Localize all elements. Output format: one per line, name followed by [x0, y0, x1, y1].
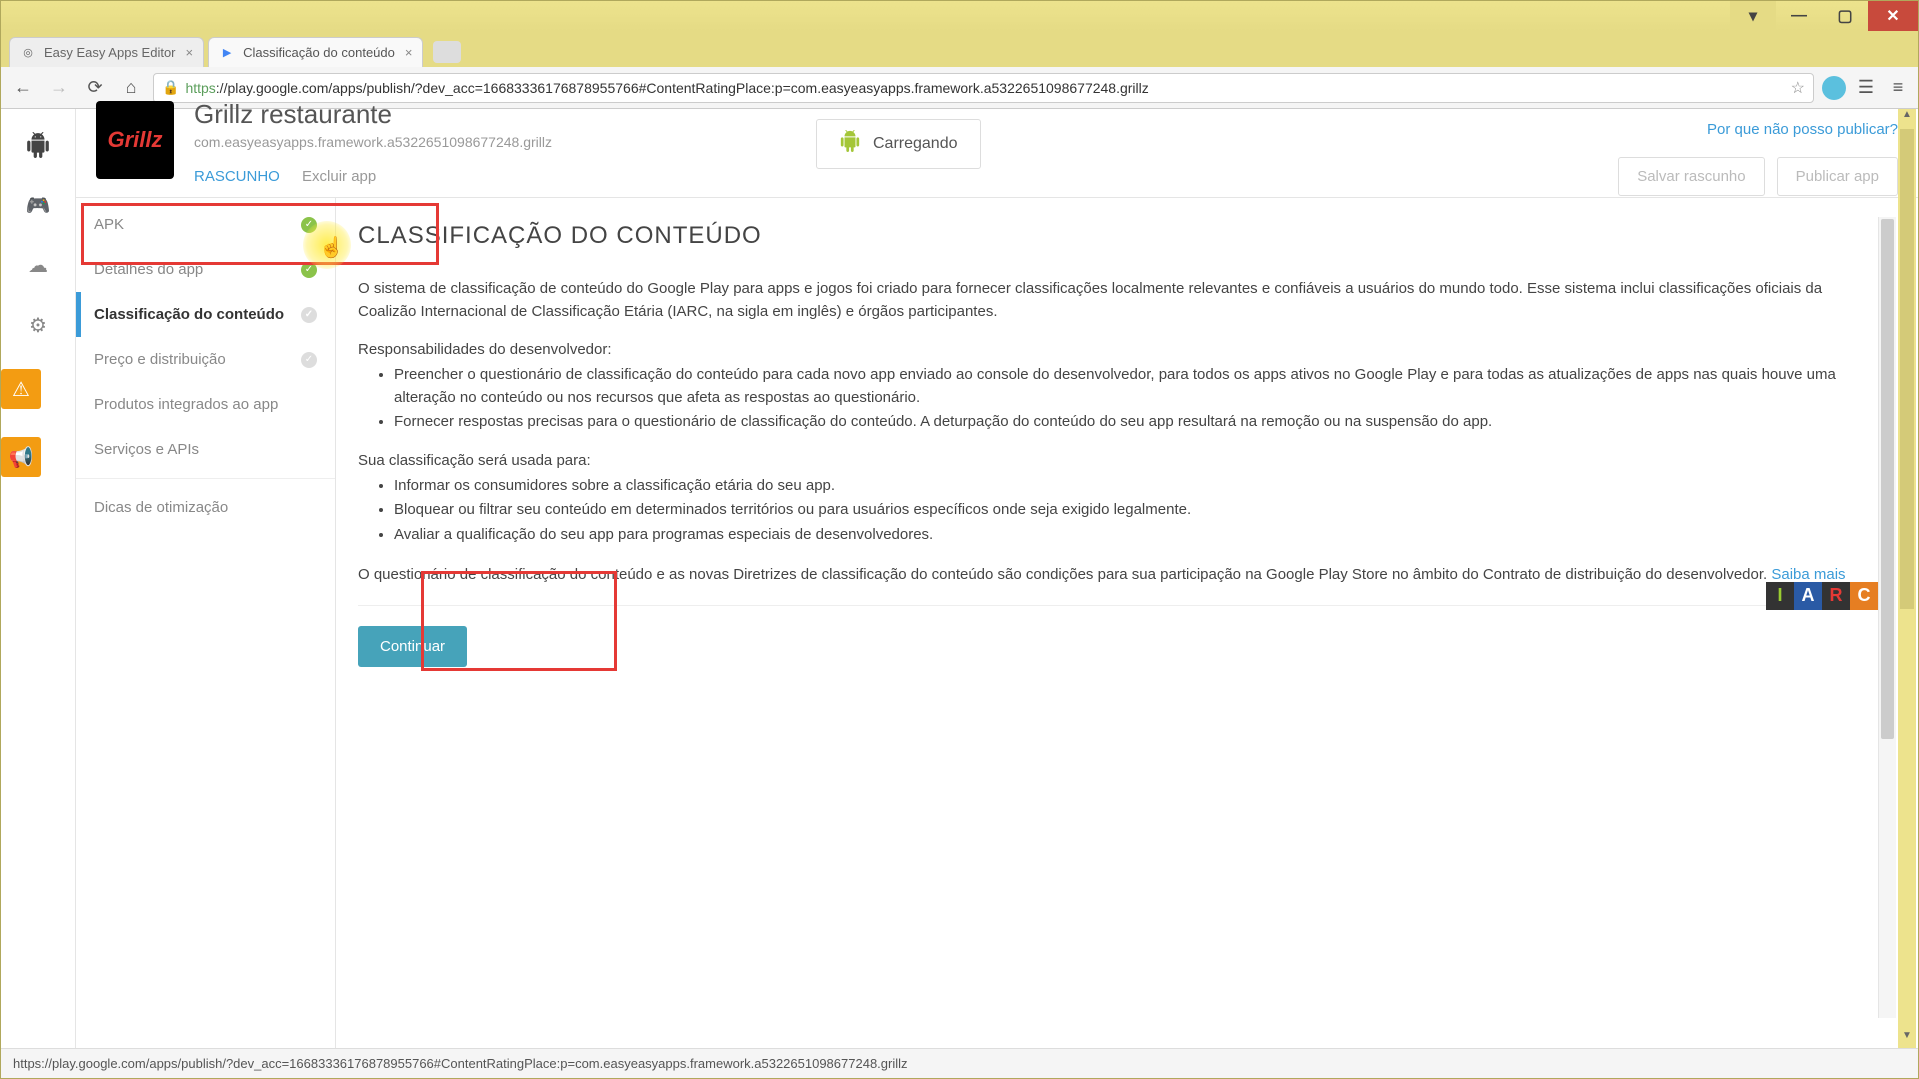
- games-icon[interactable]: 🎮: [22, 189, 54, 221]
- nav-item-iap[interactable]: Produtos integrados ao app: [76, 382, 335, 427]
- bookmark-star-icon[interactable]: ☆: [1791, 78, 1805, 98]
- window-maximize-button[interactable]: ▢: [1822, 1, 1868, 31]
- new-tab-button[interactable]: [433, 41, 461, 63]
- window-scrollbar[interactable]: ▲ ▼: [1898, 109, 1916, 1048]
- nav-item-optimization-tips[interactable]: Dicas de otimização: [76, 485, 335, 530]
- iarc-letter-c: C: [1850, 582, 1878, 610]
- app-icon: Grillz: [96, 101, 174, 179]
- nav-label: APK: [94, 216, 124, 233]
- check-icon: ✓: [301, 262, 317, 278]
- nav-separator: [76, 478, 335, 479]
- browser-tab-active[interactable]: ▶ Classificação do conteúdo ×: [208, 37, 423, 67]
- window-user-icon[interactable]: ▾: [1730, 1, 1776, 31]
- tab-close-icon[interactable]: ×: [405, 45, 413, 60]
- app-package: com.easyeasyapps.framework.a532265109867…: [194, 134, 1898, 150]
- page-heading: CLASSIFICAÇÃO DO CONTEÚDO: [358, 222, 1878, 250]
- forward-button: →: [45, 74, 73, 102]
- extension-icon[interactable]: [1822, 76, 1846, 100]
- android-loading-icon: [839, 130, 861, 158]
- continue-button[interactable]: Continuar: [358, 626, 467, 667]
- nav-label: Detalhes do app: [94, 261, 203, 278]
- home-button[interactable]: ⌂: [117, 74, 145, 102]
- footer-paragraph: O questionário de classificação do conte…: [358, 564, 1878, 587]
- app-icon-text: Grillz: [107, 127, 162, 153]
- check-icon: ✓: [301, 307, 317, 323]
- divider: [358, 605, 1878, 606]
- reload-button[interactable]: ⟳: [81, 74, 109, 102]
- nav-item-details[interactable]: Detalhes do app ✓: [76, 247, 335, 292]
- usage-list: Informar os consumidores sobre a classif…: [394, 475, 1878, 547]
- app-title: Grillz restaurante: [194, 99, 1898, 130]
- loading-label: Carregando: [873, 135, 958, 153]
- tab-title: Classificação do conteúdo: [243, 45, 395, 60]
- list-item: Informar os consumidores sobre a classif…: [394, 475, 1878, 498]
- window-minimize-button[interactable]: —: [1776, 1, 1822, 31]
- lock-icon: 🔒: [162, 79, 179, 96]
- nav-label: Preço e distribuição: [94, 351, 226, 368]
- nav-item-apk[interactable]: APK ✓: [76, 202, 335, 247]
- overflow-menu-icon[interactable]: ☰: [1854, 77, 1878, 98]
- check-icon: ✓: [301, 352, 317, 368]
- nav-item-services[interactable]: Serviços e APIs: [76, 427, 335, 472]
- page-content: 🎮 ☁ ⚙ ⚠ 📢 Grillz Grillz restaurante com.…: [1, 109, 1918, 1048]
- tab-close-icon[interactable]: ×: [186, 45, 194, 60]
- list-item: Bloquear ou filtrar seu conteúdo em dete…: [394, 499, 1878, 522]
- intro-paragraph: O sistema de classificação de conteúdo d…: [358, 278, 1878, 323]
- content-scrollbar[interactable]: [1878, 217, 1896, 1018]
- page-body: CLASSIFICAÇÃO DO CONTEÚDO O sistema de c…: [336, 198, 1918, 1048]
- usage-heading: Sua classificação será usada para:: [358, 452, 1878, 469]
- nav-label: Produtos integrados ao app: [94, 396, 278, 413]
- back-button[interactable]: ←: [9, 74, 37, 102]
- tab-title: Easy Easy Apps Editor: [44, 45, 176, 60]
- scrollbar-thumb[interactable]: [1881, 219, 1894, 739]
- why-cant-publish-link[interactable]: Por que não posso publicar?: [1707, 121, 1898, 138]
- window-titlebar: ▾ — ▢ ✕: [1, 1, 1918, 31]
- app-header: Grillz Grillz restaurante com.easyeasyap…: [76, 109, 1918, 198]
- responsibilities-heading: Responsabilidades do desenvolvedor:: [358, 341, 1878, 358]
- scroll-up-arrow-icon[interactable]: ▲: [1898, 109, 1916, 127]
- footer-text: O questionário de classificação do conte…: [358, 566, 1771, 583]
- tab-strip: ◎ Easy Easy Apps Editor × ▶ Classificaçã…: [1, 31, 1918, 67]
- alerts-icon[interactable]: ⚠: [1, 369, 41, 409]
- browser-status-bar: https://play.google.com/apps/publish/?de…: [1, 1048, 1918, 1078]
- settings-gear-icon[interactable]: ⚙: [22, 309, 54, 341]
- responsibilities-list: Preencher o questionário de classificaçã…: [394, 364, 1878, 434]
- list-item: Avaliar a qualificação do seu app para p…: [394, 524, 1878, 547]
- learn-more-link[interactable]: Saiba mais: [1771, 566, 1845, 583]
- status-url: https://play.google.com/apps/publish/?de…: [13, 1056, 908, 1071]
- list-item: Fornecer respostas precisas para o quest…: [394, 411, 1878, 434]
- nav-label: Dicas de otimização: [94, 499, 228, 516]
- check-icon: ✓: [301, 217, 317, 233]
- announcements-icon[interactable]: 📢: [1, 437, 41, 477]
- nav-item-content-rating[interactable]: Classificação do conteúdo ✓: [76, 292, 335, 337]
- side-navigation: APK ✓ Detalhes do app ✓ Classificação do…: [76, 198, 336, 1048]
- icon-rail: 🎮 ☁ ⚙ ⚠ 📢: [1, 109, 76, 1048]
- nav-item-pricing[interactable]: Preço e distribuição ✓: [76, 337, 335, 382]
- url-protocol: https: [185, 80, 215, 96]
- address-bar[interactable]: 🔒 https://play.google.com/apps/publish/?…: [153, 73, 1814, 103]
- cloud-icon[interactable]: ☁: [22, 249, 54, 281]
- scroll-down-arrow-icon[interactable]: ▼: [1898, 1030, 1916, 1048]
- url-text: ://play.google.com/apps/publish/?dev_acc…: [216, 80, 1149, 96]
- chrome-menu-icon[interactable]: ≡: [1886, 77, 1910, 98]
- android-icon[interactable]: [22, 129, 54, 161]
- browser-tab-inactive[interactable]: ◎ Easy Easy Apps Editor ×: [9, 37, 204, 67]
- scrollbar-thumb[interactable]: [1900, 129, 1914, 609]
- window-close-button[interactable]: ✕: [1868, 1, 1918, 31]
- app-status-draft[interactable]: RASCUNHO: [194, 168, 280, 185]
- list-item: Preencher o questionário de classificaçã…: [394, 364, 1878, 409]
- loading-indicator: Carregando: [816, 119, 981, 169]
- publish-app-button[interactable]: Publicar app: [1777, 157, 1898, 196]
- save-draft-button[interactable]: Salvar rascunho: [1618, 157, 1764, 196]
- nav-label: Classificação do conteúdo: [94, 306, 284, 323]
- tab-favicon-icon: ◎: [20, 45, 36, 61]
- delete-app-link[interactable]: Excluir app: [302, 168, 376, 185]
- nav-label: Serviços e APIs: [94, 441, 199, 458]
- tab-favicon-play-icon: ▶: [219, 45, 235, 61]
